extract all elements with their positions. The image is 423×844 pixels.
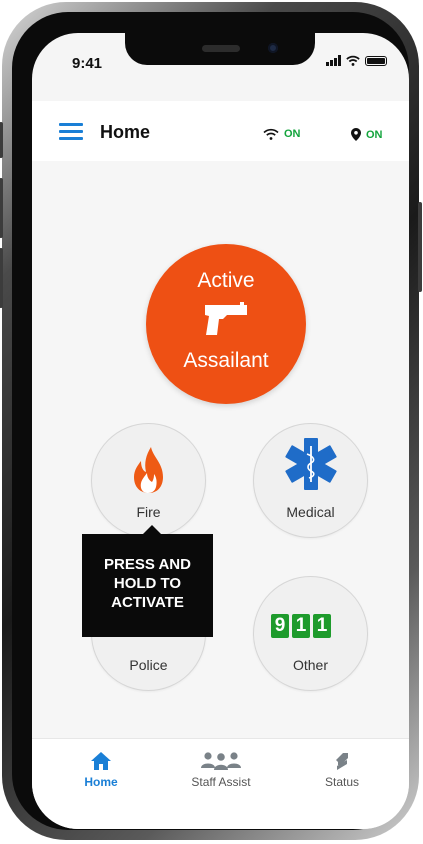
mute-switch <box>0 122 3 158</box>
app-header: Home ON ON <box>32 101 409 161</box>
phone-frame: 9:41 Home ON ON Active Assailant Fire Me… <box>0 2 422 840</box>
active-assailant-button[interactable]: Active Assailant <box>146 244 306 404</box>
front-camera <box>268 43 278 53</box>
hamburger-menu-icon[interactable] <box>59 123 83 141</box>
fire-label: Fire <box>136 504 161 520</box>
speaker-grille <box>202 45 240 52</box>
volume-up-button <box>0 178 3 238</box>
active-assailant-label-line1: Active <box>197 269 255 292</box>
home-icon <box>91 752 111 770</box>
status-time: 9:41 <box>72 55 103 72</box>
phone-bezel: 9:41 Home ON ON Active Assailant Fire Me… <box>12 12 409 830</box>
wifi-icon <box>263 128 279 140</box>
status-icon <box>336 753 348 770</box>
wifi-icon <box>346 55 360 66</box>
fire-button[interactable]: Fire <box>91 423 206 538</box>
staff-group-icon <box>201 752 241 770</box>
tab-status-label: Status <box>324 775 360 789</box>
911-digit: 1 <box>292 614 310 638</box>
bottom-tab-bar: Home Staff Assist Status <box>32 738 409 829</box>
tooltip-line: ACTIVATE <box>111 594 184 611</box>
gun-icon <box>205 302 247 335</box>
tooltip-line: HOLD TO <box>113 575 182 592</box>
medical-label: Medical <box>286 504 335 520</box>
flame-icon <box>134 447 163 493</box>
medical-button[interactable]: Medical <box>253 423 368 538</box>
police-label: Police <box>129 657 168 673</box>
location-pin-icon <box>351 128 361 141</box>
system-status-icons <box>326 55 387 66</box>
volume-down-button <box>0 248 3 308</box>
active-assailant-label-line2: Assailant <box>183 349 269 372</box>
wifi-status-text: ON <box>284 128 301 140</box>
star-of-life-icon <box>285 438 337 490</box>
other-button[interactable]: 9 1 1 Other <box>253 576 368 691</box>
phone-screen: 9:41 Home ON ON Active Assailant Fire Me… <box>32 33 409 829</box>
page-title: Home <box>100 122 151 142</box>
emergency-panel: Active Assailant Fire Medical Police 9 1… <box>32 161 409 738</box>
911-icon: 9 1 1 <box>271 614 331 638</box>
tab-home-label: Home <box>84 775 118 789</box>
power-button <box>418 202 422 292</box>
tab-status[interactable]: Status <box>287 751 397 789</box>
tab-home[interactable]: Home <box>46 751 156 789</box>
wifi-status-indicator: ON <box>263 128 301 140</box>
tab-staff-assist[interactable]: Staff Assist <box>166 751 276 789</box>
tooltip-line: PRESS AND <box>104 556 191 573</box>
location-status-text: ON <box>366 128 383 141</box>
press-and-hold-tooltip: PRESS AND HOLD TO ACTIVATE <box>82 525 213 637</box>
911-digit: 1 <box>313 614 331 638</box>
other-label: Other <box>292 657 328 673</box>
location-status-indicator: ON <box>351 128 383 141</box>
tab-staff-assist-label: Staff Assist <box>191 775 251 789</box>
911-digit: 9 <box>271 614 289 638</box>
battery-icon <box>365 56 387 66</box>
cellular-signal-icon <box>326 55 341 66</box>
